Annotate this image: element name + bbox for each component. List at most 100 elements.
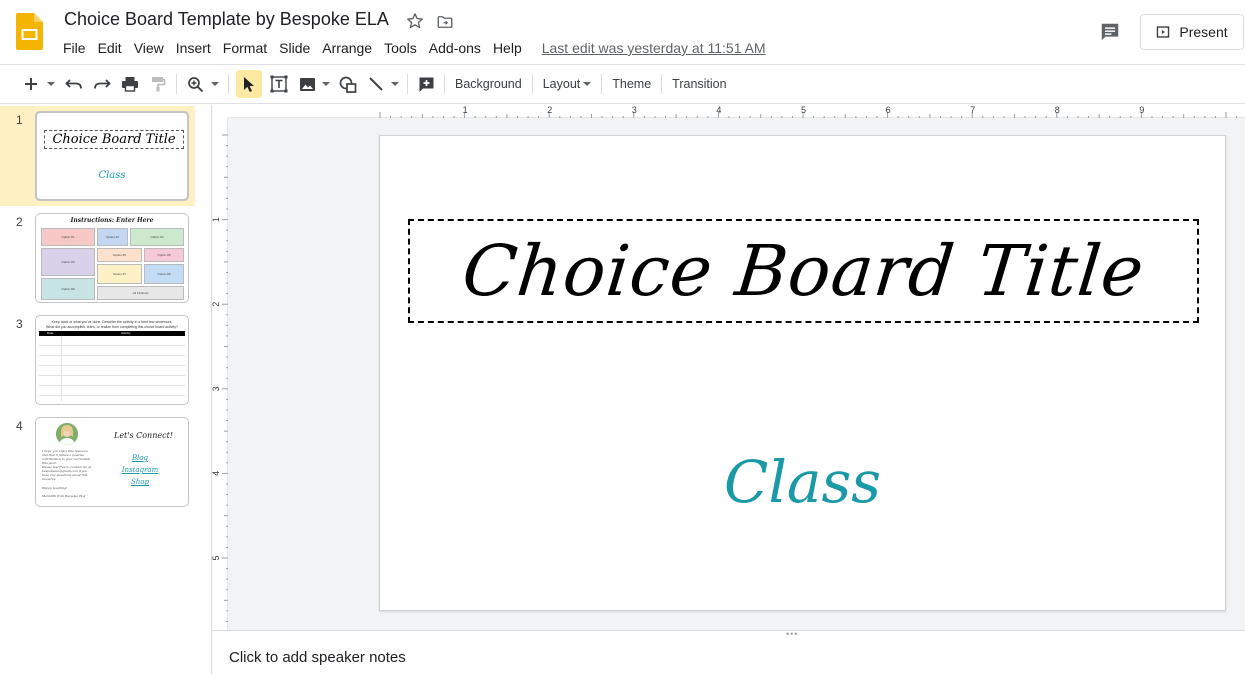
comments-icon[interactable] — [1099, 21, 1121, 43]
horizontal-ruler-ticks: 1 2 3 4 5 6 7 8 9 — [379, 105, 1238, 118]
paint-format-button[interactable] — [147, 70, 169, 98]
chevron-down-icon — [322, 82, 330, 86]
menu-insert[interactable]: Insert — [170, 39, 217, 57]
ruler-label: 2 — [547, 105, 552, 115]
thumbnail-text: Please feel free to contact me at bespok… — [42, 465, 92, 481]
document-title[interactable]: Choice Board Template by Bespoke ELA — [64, 9, 389, 30]
image-icon — [299, 77, 315, 91]
thumbnail-instructions: Keep track of what you've done. Describe… — [51, 320, 173, 324]
filmstrip-slide-4[interactable]: 4 I hope you enjoy this resource and tha… — [0, 412, 195, 512]
print-icon — [122, 77, 138, 92]
slide-thumbnail[interactable]: Instructions: Enter Here Option #1 Optio… — [35, 213, 189, 303]
ruler-label: 4 — [212, 471, 221, 476]
new-slide-button[interactable] — [20, 70, 42, 98]
menu-format[interactable]: Format — [217, 39, 273, 57]
speaker-notes-placeholder[interactable]: Click to add speaker notes — [229, 649, 406, 666]
menu-arrange[interactable]: Arrange — [316, 39, 378, 57]
speaker-notes[interactable]: Click to add speaker notes — [212, 638, 1245, 674]
menu-view[interactable]: View — [128, 39, 170, 57]
table-column-divider — [61, 336, 62, 401]
toolbar-divider — [407, 74, 408, 94]
chevron-down-icon — [583, 82, 592, 86]
slide-thumbnail[interactable]: Choice Board Title Class — [35, 111, 189, 201]
slide-number: 1 — [16, 113, 23, 127]
theme-button[interactable]: Theme — [606, 70, 657, 98]
chevron-down-icon — [211, 82, 219, 86]
thumbnail-title-box: Choice Board Title — [44, 130, 184, 149]
table-header-date: Date — [47, 331, 54, 335]
slide-thumbnail[interactable]: I hope you enjoy this resource and that … — [35, 417, 189, 507]
thumbnail-cell: Option #7 — [97, 264, 142, 284]
thumbnail-cell: Option #4 — [41, 248, 95, 276]
transition-button[interactable]: Transition — [666, 70, 732, 98]
present-button[interactable]: Present — [1140, 14, 1244, 50]
thumbnail-cell: Option #1 — [41, 228, 95, 246]
zoom-dropdown[interactable] — [209, 70, 221, 98]
title-placeholder[interactable]: Choice Board Title — [408, 219, 1199, 323]
move-to-folder-icon[interactable] — [436, 13, 454, 31]
thumbnail-link: Blog — [131, 454, 149, 462]
app-header: Choice Board Template by Bespoke ELA Fil… — [0, 0, 1245, 64]
toolbar: Background Layout Theme Transition — [0, 64, 1245, 104]
menu-slide[interactable]: Slide — [273, 39, 316, 57]
ruler-label: 5 — [801, 105, 806, 115]
menu-help[interactable]: Help — [487, 39, 528, 57]
menu-add-ons[interactable]: Add-ons — [423, 39, 487, 57]
shape-icon — [339, 76, 357, 93]
thumbnail-cell: Option #8 — [144, 264, 184, 284]
slide-canvas-area[interactable]: Choice Board Title Class — [228, 118, 1245, 630]
line-button[interactable] — [365, 70, 387, 98]
slides-logo-icon[interactable] — [16, 13, 43, 50]
shape-button[interactable] — [337, 70, 359, 98]
background-button[interactable]: Background — [449, 70, 528, 98]
line-dropdown[interactable] — [390, 70, 400, 98]
drag-handle-icon[interactable]: ••• — [786, 630, 798, 639]
thumbnail-cell: Option #9 — [41, 278, 95, 300]
paint-format-icon — [152, 77, 166, 92]
thumbnail-link: Shop — [131, 478, 149, 486]
toolbar-divider — [601, 74, 603, 94]
filmstrip-slide-3[interactable]: 3 Keep track of what you've done. Descri… — [0, 310, 195, 410]
redo-button[interactable] — [91, 70, 113, 98]
filmstrip-slide-1[interactable]: 1 Choice Board Title Class — [0, 106, 195, 206]
text-box-button[interactable] — [268, 70, 290, 98]
new-slide-dropdown[interactable] — [45, 70, 57, 98]
thumbnail-cell: Option #3 — [130, 228, 184, 246]
select-tool-button[interactable] — [236, 70, 262, 98]
menu-edit[interactable]: Edit — [92, 39, 128, 57]
slide-subtitle[interactable]: Class — [380, 448, 1225, 516]
slide-number: 2 — [16, 215, 23, 229]
slide-number: 4 — [16, 419, 23, 433]
layout-button[interactable]: Layout — [537, 70, 598, 98]
ruler-label: 3 — [632, 105, 637, 115]
notes-resize-handle[interactable] — [212, 630, 1245, 638]
undo-button[interactable] — [63, 70, 85, 98]
thumbnail-instructions: What did you accomplish, learn, or reali… — [46, 325, 178, 329]
ruler-label: 1 — [463, 105, 468, 115]
menu-tools[interactable]: Tools — [378, 39, 423, 57]
vertical-ruler[interactable]: 1 2 3 4 5 — [211, 118, 228, 630]
vertical-ruler-ticks: 1 2 3 4 5 — [211, 134, 228, 622]
filmstrip-slide-2[interactable]: 2 Instructions: Enter Here Option #1 Opt… — [0, 208, 195, 308]
menu-bar: File Edit View Insert Format Slide Arran… — [57, 38, 766, 58]
toolbar-divider — [176, 74, 177, 94]
slide-canvas[interactable]: Choice Board Title Class — [379, 135, 1226, 611]
last-edit-link[interactable]: Last edit was yesterday at 11:51 AM — [542, 40, 766, 56]
print-button[interactable] — [119, 70, 141, 98]
layout-label: Layout — [542, 77, 581, 91]
thumbnail-cell: Option #2 — [97, 228, 128, 246]
present-icon — [1157, 26, 1170, 38]
thumbnail-heading: Let's Connect! — [114, 431, 173, 440]
add-comment-button[interactable] — [415, 70, 437, 98]
zoom-button[interactable] — [184, 70, 206, 98]
insert-image-dropdown[interactable] — [321, 70, 331, 98]
thumbnail-table: Date Activity — [39, 331, 185, 401]
select-icon — [244, 76, 254, 92]
slide-thumbnail[interactable]: Keep track of what you've done. Describe… — [35, 315, 189, 405]
horizontal-ruler[interactable]: 1 2 3 4 5 6 7 8 9 — [228, 104, 1245, 118]
menu-file[interactable]: File — [57, 39, 92, 57]
insert-image-button[interactable] — [296, 70, 318, 98]
chevron-down-icon — [47, 82, 55, 86]
add-comment-icon — [419, 77, 433, 92]
star-icon[interactable] — [405, 11, 425, 31]
